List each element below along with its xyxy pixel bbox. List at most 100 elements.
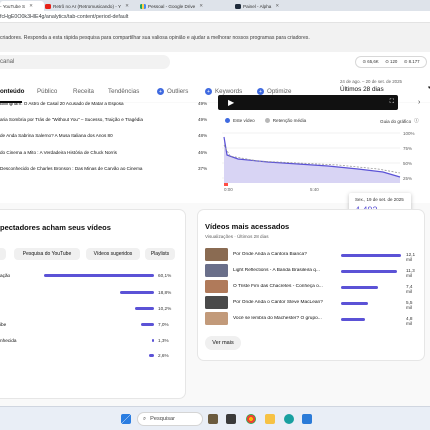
legend-this-video[interactable]: Este vídeo [225,118,255,123]
tab-label: Pessoal - Google Drive [148,3,196,9]
video-player[interactable]: ▶ ⛶ [218,95,398,110]
chip-suggested-videos[interactable]: Vídeos sugeridos [86,248,140,260]
progress-marker [224,183,228,186]
retention-pct: 48% [198,133,208,138]
retention-pct: 37% [198,166,208,171]
channel-stats-pill[interactable]: ⊙ 65,6K ⊙ 120 ⊙ 8.177 [355,56,427,68]
chart-guide-link[interactable]: Guia do gráfico ⓘ [380,118,419,124]
y-tick: 50% [403,161,412,166]
browser-tab-retro[interactable]: Retrô no Ar (Retromusicando) - Y ✕ [45,1,137,11]
traffic-source-row[interactable]: 2,6% [0,353,180,363]
search-input[interactable]: canal [0,55,170,69]
source-value: 1,3% [158,338,169,343]
search-placeholder: canal [0,59,15,65]
legend-average[interactable]: Retenção média [264,118,306,123]
store-icon[interactable] [302,414,312,424]
retention-row[interactable]: Desconhecido de Charles Bronson : Das Mi… [0,166,215,176]
source-label: ibe [0,322,7,327]
y-tick: 100% [403,131,415,136]
video-title[interactable]: O Triste Fim das Chacretes - Conheça o..… [233,284,333,289]
google-drive-icon [140,3,146,9]
chevron-right-icon[interactable]: › [418,99,420,106]
tab-outliers[interactable]: + Outliers [157,88,188,95]
source-value: 60,1% [158,273,172,278]
traffic-source-row[interactable]: 18,8% [0,290,180,300]
address-bar[interactable]: fcHgE0O0k3HlE4g/analytics/tab-content/pe… [0,11,430,23]
top-video-row[interactable]: Light Reflections - A Banda Brasileira q… [205,264,417,278]
video-thumbnail[interactable] [205,248,228,261]
browser-tab-strip: - YouTube S ✕ Retrô no Ar (Retromusicand… [0,0,430,11]
top-video-row[interactable]: Por Onde Anda a Cantora Bianca? 12,1 mil [205,248,417,262]
retention-row[interactable]: aria Sombria por Trás de "Without You" –… [0,117,215,127]
top-video-row[interactable]: O Triste Fim das Chacretes - Conheça o..… [205,280,417,294]
file-explorer-icon[interactable] [265,414,275,424]
close-icon[interactable]: ✕ [125,3,129,9]
tab-optimize[interactable]: + Optimize [257,88,291,95]
retention-pct: 49% [198,117,208,122]
app-icon[interactable] [208,414,218,424]
source-bar [119,291,154,294]
period-selector[interactable]: 24 de ago. – 20 de set. de 2025 Últimos … [339,79,430,93]
retention-pct: 46% [198,150,208,155]
views-bar [341,318,365,321]
url-text: fcHgE0O0k3HlE4g/analytics/tab-content/pe… [0,14,129,20]
button-label: Ver mais [212,340,234,346]
traffic-source-row[interactable]: 10,2% [0,306,180,316]
tab-keywords[interactable]: + Keywords [205,88,242,95]
retention-row[interactable]: Billingham: O Astro de Casal 20 Acusado … [0,101,215,111]
retention-row[interactable]: de Anda Sabrina Salerno? A Musa Italiana… [0,133,215,143]
tab-label: onteúdo [0,88,25,95]
traffic-source-row[interactable]: nhecida 1,3% [0,338,180,348]
tab-content[interactable]: onteúdo [0,88,24,95]
views-value: 4,8 mil [406,316,413,326]
plugin-icon: + [157,88,164,95]
tab-label: Público [37,88,58,95]
browser-tab-youtube-studio[interactable]: - YouTube S ✕ [0,1,44,11]
retention-row[interactable]: do Cinema a Mito : A Verdadeira História… [0,150,215,160]
search-icon: ⌕ [143,415,147,422]
tab-revenue[interactable]: Receita [73,88,94,95]
card-title: Vídeos mais acessados [205,222,290,231]
top-video-row[interactable]: Você se lembra do Machester? O grupo... 4… [205,312,417,326]
browser-tab-alpha[interactable]: Painel - Alpha ✕ [235,1,315,11]
video-thumbnail[interactable] [205,312,228,325]
fullscreen-icon[interactable]: ⛶ [390,99,394,106]
traffic-source-row[interactable]: ação 60,1% [0,273,180,283]
studio-header: canal ⊙ 65,6K ⊙ 120 ⊙ 8.177 [0,52,430,72]
period-label: Últimos 28 dias [339,86,384,93]
browser-tab-drive[interactable]: Pessoal - Google Drive ✕ [140,1,232,11]
video-thumbnail[interactable] [205,296,228,309]
source-value: 18,8% [158,290,172,295]
video-title[interactable]: Por Onde Anda o Cantor Steve MacLean? [233,300,333,305]
traffic-source-row[interactable]: ibe 7,0% [0,322,180,332]
stat-value: 65,6K [367,59,379,64]
video-title[interactable]: Você se lembra do Machester? O grupo... [233,316,333,321]
video-title[interactable]: Light Reflections - A Banda Brasileira q… [233,268,333,273]
edge-icon[interactable] [284,414,294,424]
see-more-button[interactable]: Ver mais [205,336,241,350]
tab-trends[interactable]: Tendências [108,88,139,95]
source-bar [151,339,154,342]
windows-start-icon[interactable] [121,414,131,424]
chip-youtube-search[interactable]: Pesquisa do YouTube [14,248,80,260]
play-icon[interactable]: ▶ [228,98,234,107]
tab-audience[interactable]: Público [37,88,57,95]
top-video-row[interactable]: Por Onde Anda o Cantor Steve MacLean? 5,5… [205,296,417,310]
close-icon[interactable]: ✕ [199,3,203,9]
alpha-icon [235,3,241,9]
video-thumbnail[interactable] [205,280,228,293]
video-title[interactable]: Por Onde Anda a Cantora Bianca? [233,252,333,257]
chrome-icon[interactable] [246,414,256,424]
chip-partial[interactable] [0,248,6,260]
task-view-icon[interactable] [226,414,236,424]
chip-playlists[interactable]: Playlists [145,248,175,260]
video-thumbnail[interactable] [205,264,228,277]
taskbar-search[interactable]: ⌕ Pesquisar [137,412,203,426]
stat-item: ⊙ 120 [385,59,398,64]
close-icon[interactable]: ✕ [275,3,279,9]
views-bar [341,270,397,273]
close-icon[interactable]: ✕ [29,3,33,9]
tab-label: - YouTube S [0,3,26,9]
traffic-sources-card [0,210,185,398]
views-bar [341,286,378,289]
